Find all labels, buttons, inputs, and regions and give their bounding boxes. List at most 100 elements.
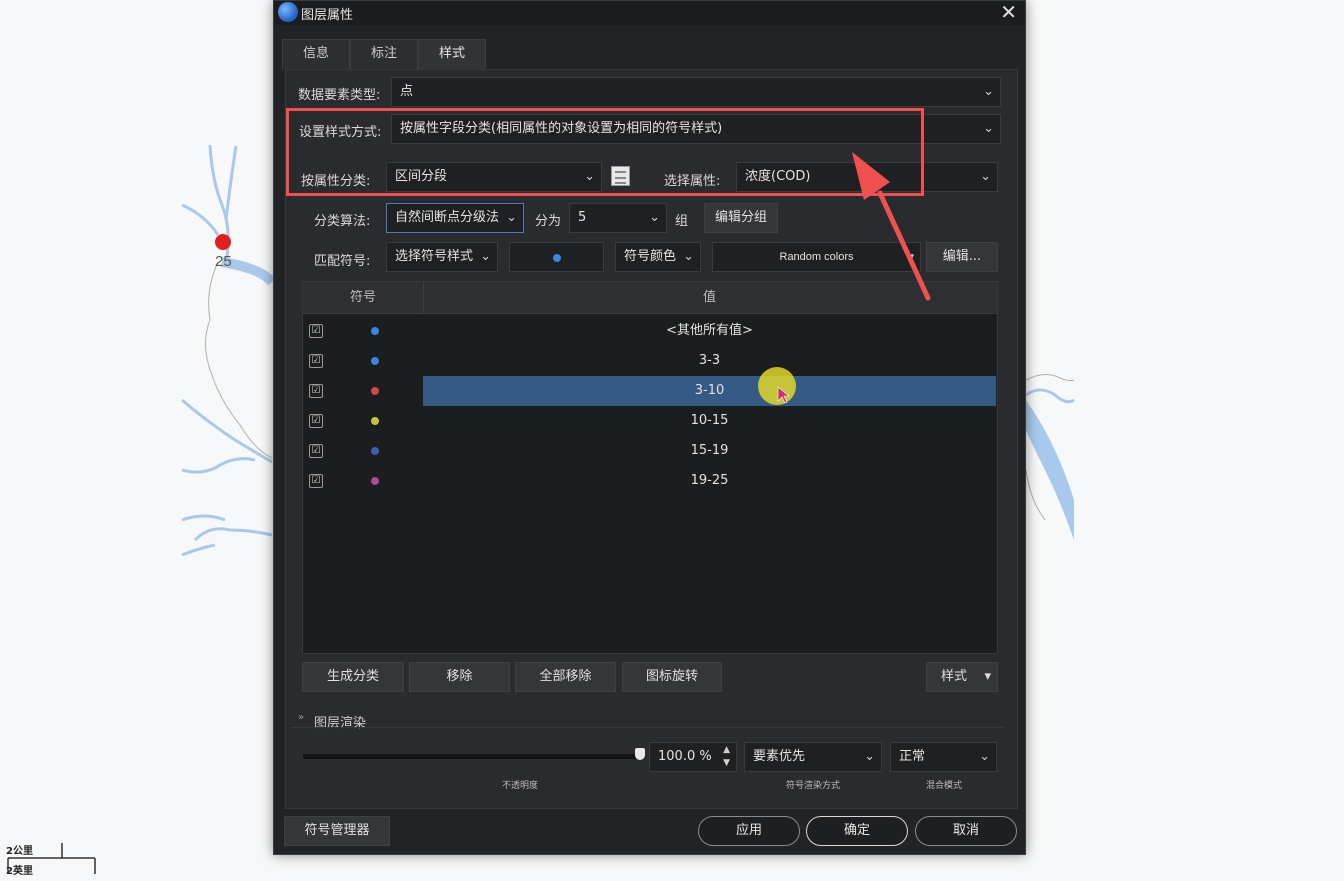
chevron-down-icon: ⌄ bbox=[983, 84, 994, 99]
select-attr-label: 选择属性: bbox=[664, 174, 721, 189]
ok-button[interactable]: 确定 bbox=[806, 816, 908, 846]
edit-group-button[interactable]: 编辑分组 bbox=[704, 203, 778, 233]
icon-rotate-button[interactable]: 图标旋转 bbox=[622, 662, 722, 692]
style-mode-select[interactable]: 按属性字段分类(相同属性的对象设置为相同的符号样式) ⌄ bbox=[391, 114, 1001, 144]
generate-class-button[interactable]: 生成分类 bbox=[302, 662, 404, 692]
row-symbol-dot bbox=[371, 387, 379, 395]
chevron-down-icon: ⌄ bbox=[983, 121, 994, 136]
tab-label[interactable]: 标注 bbox=[350, 39, 418, 69]
opacity-slider-handle[interactable] bbox=[635, 748, 645, 760]
style-button-label: 样式 bbox=[941, 669, 968, 684]
table-row[interactable]: ☑ 3-3 bbox=[303, 346, 997, 376]
row-value: <其他所有值> bbox=[666, 323, 753, 338]
match-symbol-label: 匹配符号: bbox=[314, 254, 371, 269]
titlebar[interactable]: 图层属性 ✕ bbox=[274, 1, 1025, 25]
scale-label-km: 2公里 bbox=[6, 846, 33, 857]
chevron-double-down-icon[interactable]: » bbox=[298, 712, 304, 723]
remove-button[interactable]: 移除 bbox=[409, 662, 510, 692]
col-value-header: 值 bbox=[702, 290, 716, 305]
symbol-preview-dot bbox=[553, 254, 561, 262]
row-value: 19-25 bbox=[690, 473, 729, 488]
dropdown-triangle-icon: ▾ bbox=[903, 243, 914, 271]
blend-mode-select[interactable]: 正常 ⌄ bbox=[890, 742, 997, 772]
tab-info[interactable]: 信息 bbox=[282, 39, 350, 69]
close-icon[interactable]: ✕ bbox=[1000, 1, 1017, 23]
opacity-value: 100.0 % bbox=[658, 749, 712, 764]
row-checkbox[interactable]: ☑ bbox=[309, 414, 323, 428]
tab-bar: 信息 标注 样式 bbox=[282, 39, 486, 69]
dialog-title: 图层属性 bbox=[301, 8, 354, 23]
remove-all-button[interactable]: 全部移除 bbox=[515, 662, 616, 692]
river-line bbox=[181, 457, 256, 474]
symbol-color-value: 符号颜色 bbox=[624, 249, 677, 264]
river-line bbox=[224, 145, 238, 221]
opacity-slider[interactable] bbox=[303, 754, 641, 759]
map-point bbox=[215, 234, 231, 250]
symbol-style-value: 选择符号样式 bbox=[395, 249, 474, 264]
boundary-line bbox=[205, 261, 273, 459]
opacity-spinbox[interactable]: 100.0 % ▲ ▼ bbox=[649, 742, 737, 772]
spinner-arrows-icon[interactable]: ▲ ▼ bbox=[723, 744, 730, 770]
row-symbol-dot bbox=[371, 477, 379, 485]
chevron-down-icon: ⌄ bbox=[584, 169, 595, 184]
table-row[interactable]: ☑ 19-25 bbox=[303, 466, 997, 496]
classify-by-select[interactable]: 区间分段 ⌄ bbox=[386, 162, 602, 192]
group-count-value: 5 bbox=[578, 210, 587, 225]
opacity-caption: 不透明度 bbox=[502, 781, 539, 791]
render-order-caption: 符号渲染方式 bbox=[786, 781, 841, 791]
select-attr-select[interactable]: 浓度(COD) ⌄ bbox=[736, 162, 998, 192]
table-row[interactable]: ☑ 10-15 bbox=[303, 406, 997, 436]
row-symbol-dot bbox=[371, 357, 379, 365]
row-value: 10-15 bbox=[690, 413, 729, 428]
style-dropdown-button[interactable]: 样式 ▾ bbox=[926, 662, 998, 692]
row-symbol-dot bbox=[371, 327, 379, 335]
row-value: 15-19 bbox=[690, 443, 729, 458]
row-checkbox[interactable]: ☑ bbox=[309, 474, 323, 488]
caret-down-icon: ▾ bbox=[984, 669, 991, 684]
group-unit-label: 组 bbox=[675, 214, 689, 229]
row-checkbox[interactable]: ☑ bbox=[309, 354, 323, 368]
map-point-label: 25 bbox=[215, 253, 232, 270]
class-table: 符号 值 ☑ <其他所有值> ☑ 3-3 ☑ 3-10 ☑ 10-15 ☑ 15-19 ☑ 19-25 bbox=[302, 281, 998, 654]
color-scheme-select[interactable]: Random colors ▾ bbox=[712, 242, 921, 272]
render-order-value: 要素优先 bbox=[753, 749, 806, 764]
group-count-select[interactable]: 5 ⌄ bbox=[569, 203, 667, 233]
classify-by-label: 按属性分类: bbox=[301, 174, 371, 189]
chevron-down-icon: ⌄ bbox=[480, 249, 491, 264]
row-checkbox[interactable]: ☑ bbox=[309, 444, 323, 458]
data-type-select[interactable]: 点 ⌄ bbox=[391, 77, 1001, 107]
style-mode-value: 按属性字段分类(相同属性的对象设置为相同的符号样式) bbox=[400, 121, 723, 136]
river-area bbox=[1026, 400, 1074, 540]
chevron-down-icon: ⌄ bbox=[979, 749, 990, 764]
render-order-select[interactable]: 要素优先 ⌄ bbox=[744, 742, 882, 772]
table-header: 符号 值 bbox=[303, 282, 997, 314]
chevron-down-icon: ⌄ bbox=[980, 169, 991, 184]
row-symbol-dot bbox=[371, 417, 379, 425]
table-row[interactable]: ☑ 3-10 bbox=[303, 376, 997, 406]
algorithm-value: 自然间断点分级法 bbox=[395, 210, 500, 225]
row-value: 3-10 bbox=[423, 376, 996, 406]
symbol-manager-button[interactable]: 符号管理器 bbox=[284, 816, 390, 846]
river-line bbox=[193, 527, 273, 542]
table-row[interactable]: ☑ <其他所有值> bbox=[303, 316, 997, 346]
symbol-preview[interactable] bbox=[509, 242, 604, 272]
algorithm-select[interactable]: 自然间断点分级法 ⌄ bbox=[386, 203, 524, 233]
cancel-button[interactable]: 取消 bbox=[915, 816, 1017, 846]
apply-button[interactable]: 应用 bbox=[698, 816, 800, 846]
table-picker-icon[interactable] bbox=[611, 166, 630, 186]
table-row[interactable]: ☑ 15-19 bbox=[303, 436, 997, 466]
scale-label-mi: 2英里 bbox=[6, 866, 33, 877]
chevron-down-icon: ⌄ bbox=[506, 210, 517, 225]
river-line bbox=[1025, 388, 1075, 404]
river-line bbox=[181, 514, 226, 522]
color-scheme-value: Random colors bbox=[779, 251, 854, 263]
classify-by-value: 区间分段 bbox=[395, 169, 448, 184]
edit-button[interactable]: 编辑... bbox=[926, 242, 998, 272]
tab-style[interactable]: 样式 bbox=[418, 39, 486, 69]
blend-mode-caption: 混合模式 bbox=[926, 781, 963, 791]
symbol-style-select[interactable]: 选择符号样式 ⌄ bbox=[386, 242, 498, 272]
row-checkbox[interactable]: ☑ bbox=[309, 384, 323, 398]
symbol-color-select[interactable]: 符号颜色 ⌄ bbox=[615, 242, 701, 272]
row-value: 3-3 bbox=[698, 353, 721, 368]
row-checkbox[interactable]: ☑ bbox=[309, 324, 323, 338]
